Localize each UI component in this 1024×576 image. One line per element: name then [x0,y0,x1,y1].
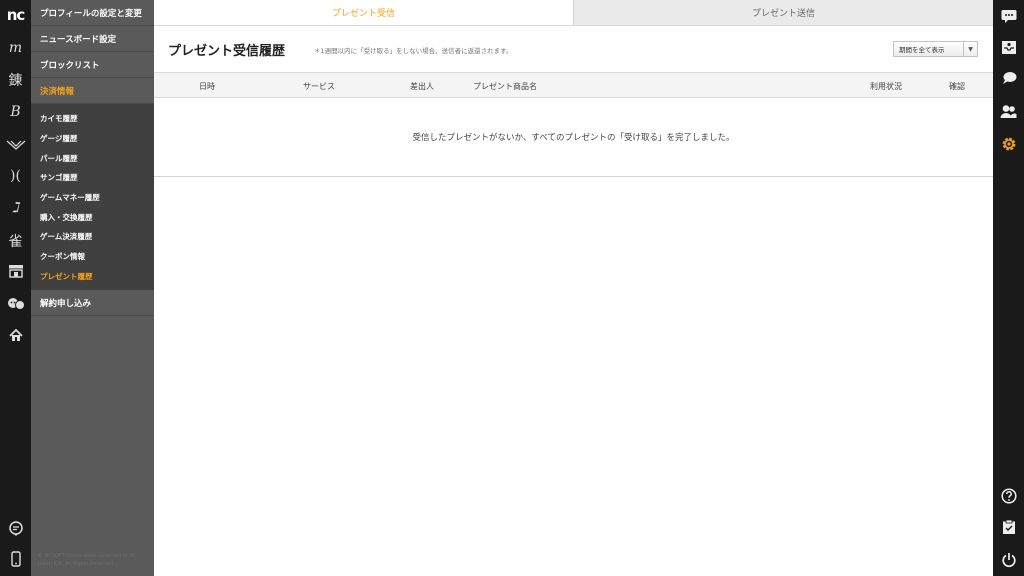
period-select-value: 期間を全て表示 [899,46,945,54]
menu-item-payment[interactable]: 決済情報 [31,78,154,104]
submenu-item-coral[interactable]: サンゴ履歴 [31,168,154,188]
nc-logo[interactable]: nc [0,2,31,28]
mobile-icon[interactable] [0,546,31,572]
chat-bulb-icon[interactable] [0,516,31,542]
chevron-down-icon: ▼ [963,42,977,56]
shop-icon[interactable] [0,258,31,284]
column-confirm: 確認 [949,81,965,91]
period-select[interactable]: 期間を全て表示 ▼ [893,41,978,57]
help-icon[interactable] [993,482,1024,510]
submenu-item-present[interactable]: プレゼント履歴 [31,267,154,287]
settings-menu: プロフィールの設定と変更 ニュースボード設定 ブロックリスト 決済情報 カイモ履… [31,0,154,576]
submenu-item-purchase[interactable]: 購入・交換履歴 [31,207,154,227]
main-content: プレゼント受信 プレゼント送信 プレゼント受信履歴 ＊1週間以内に「受け取る」を… [154,0,993,576]
settings-icon[interactable] [993,130,1024,158]
menu-item-newsboard[interactable]: ニュースボード設定 [31,26,154,52]
empty-message: 受信したプレゼントがないか、すべてのプレゼントの「受け取る」を完了しました。 [154,98,993,177]
submenu-item-gauge[interactable]: ゲージ履歴 [31,129,154,149]
left-icon-rail: nc m 錬 B )( ℷ 雀 [0,0,31,576]
submenu-item-game-payment[interactable]: ゲーム決済履歴 [31,227,154,247]
column-sender: 差出人 [410,81,434,91]
friends-icon[interactable] [993,97,1024,125]
tab-sent[interactable]: プレゼント送信 [573,0,993,25]
menu-item-blocklist[interactable]: ブロックリスト [31,52,154,78]
inbox-icon[interactable] [993,33,1024,61]
aion-icon[interactable] [0,132,31,158]
column-status: 利用状況 [870,81,902,91]
messages-icon[interactable] [993,64,1024,92]
payment-submenu: カイモ履歴 ゲージ履歴 パール履歴 サンゴ履歴 ゲームマネー履歴 購入・交換履歴… [31,104,154,291]
lineage-icon[interactable]: 錬 [0,67,31,93]
submenu-item-pearl[interactable]: パール履歴 [31,148,154,168]
clipboard-icon[interactable] [993,513,1024,541]
lineage-m-icon[interactable]: m [0,35,31,61]
present-tabs: プレゼント受信 プレゼント送信 [154,0,993,26]
guild-wars-icon[interactable]: ℷ [0,195,31,221]
submenu-item-kaimo[interactable]: カイモ履歴 [31,109,154,129]
taiga-icon[interactable]: 雀 [0,228,31,254]
table-header: 日時 サービス 差出人 プレゼント商品名 利用状況 確認 [154,72,993,98]
tab-received[interactable]: プレゼント受信 [154,0,573,25]
page-title: プレゼント受信履歴 [168,44,286,59]
submenu-item-game-money[interactable]: ゲームマネー履歴 [31,188,154,208]
page-header: プレゼント受信履歴 ＊1週間以内に「受け取る」をしない場合、送信者に返還されます… [154,26,993,72]
home-icon[interactable] [0,322,31,348]
right-icon-rail [993,0,1024,576]
return-note: ＊1週間以内に「受け取る」をしない場合、送信者に返還されます。 [314,47,513,55]
lineage2-icon[interactable]: )( [0,163,31,189]
column-item-name: プレゼント商品名 [473,81,537,91]
power-icon[interactable] [993,546,1024,574]
submenu-item-coupon[interactable]: クーポン情報 [31,247,154,267]
column-datetime: 日時 [199,81,215,91]
menu-item-profile[interactable]: プロフィールの設定と変更 [31,0,154,26]
characters-icon[interactable] [0,291,31,317]
column-service: サービス [303,81,335,91]
chat-icon[interactable] [993,2,1024,30]
bns-icon[interactable]: B [0,99,31,125]
copyright-text: © NCSOFT Corporation. Licensed to NC Jap… [38,553,137,567]
menu-item-cancel-subscription[interactable]: 解約申し込み [31,290,154,317]
